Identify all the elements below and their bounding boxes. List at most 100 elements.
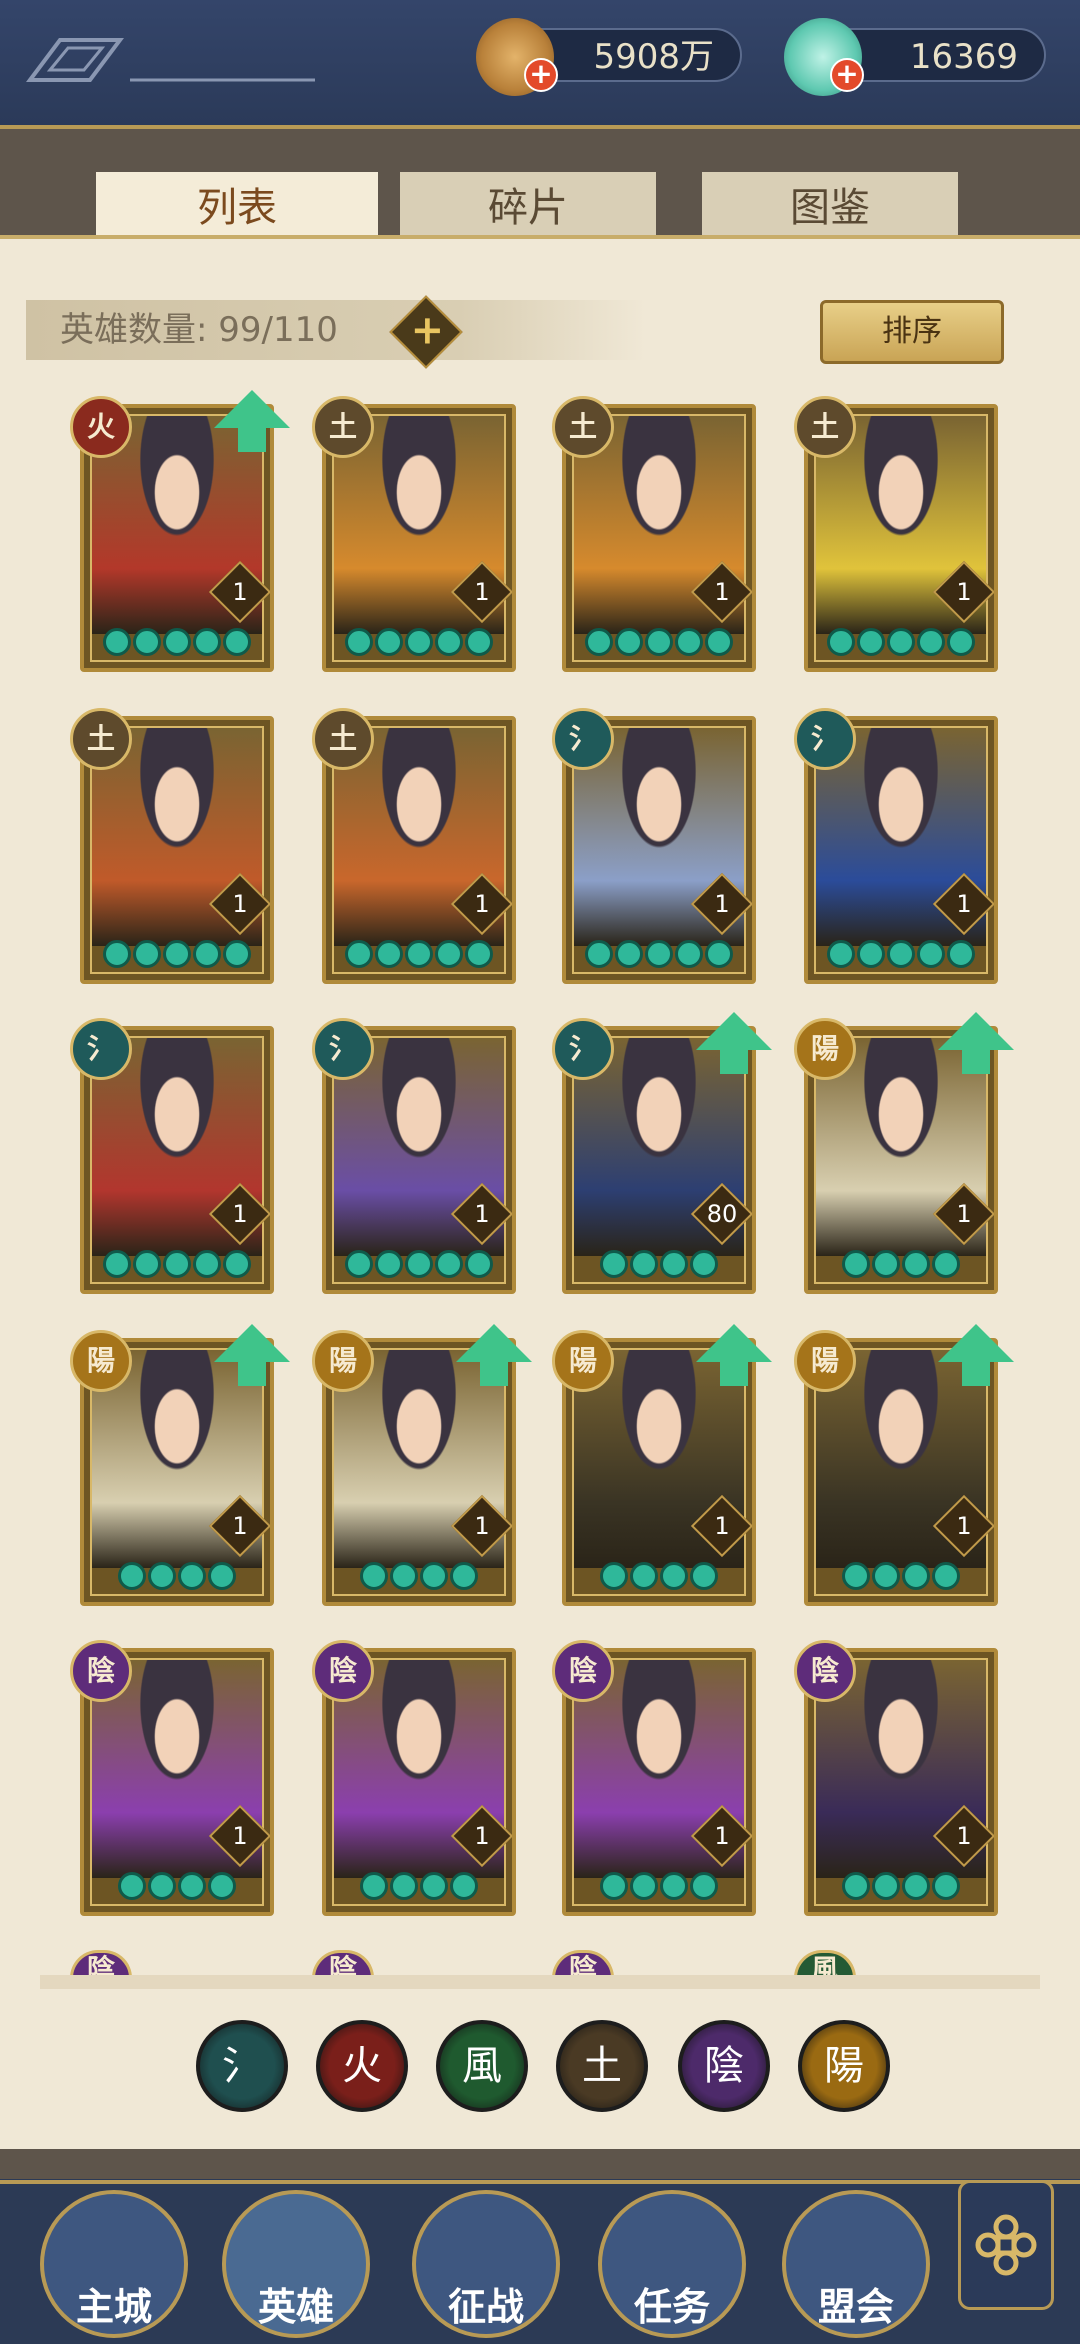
star-gem-icon	[103, 628, 131, 656]
star-gem-icon	[660, 1872, 688, 1900]
sort-button[interactable]: 排序	[820, 300, 1004, 364]
star-gem-icon	[690, 1562, 718, 1590]
star-gem-icon	[133, 1250, 161, 1278]
tab-codex[interactable]: 图鉴	[702, 172, 958, 244]
water-element-icon: 氵	[552, 708, 614, 770]
yang-element-icon: 陽	[312, 1330, 374, 1392]
star-gem-icon	[375, 1250, 403, 1278]
upgrade-arrow-icon	[938, 1324, 1014, 1386]
water-element-icon: 氵	[794, 708, 856, 770]
star-gem-icon	[193, 940, 221, 968]
plus-icon: +	[410, 307, 445, 354]
star-gem-icon	[103, 940, 131, 968]
tab-list[interactable]: 列表	[96, 172, 378, 244]
add-jade-button[interactable]: +	[830, 58, 864, 92]
star-gem-icon	[660, 1562, 688, 1590]
hero-stars	[84, 628, 270, 658]
hero-stars	[566, 1250, 752, 1280]
hero-stars	[566, 1562, 752, 1592]
filter-fire-button[interactable]: 火	[316, 2020, 408, 2112]
star-gem-icon	[600, 1872, 628, 1900]
hero-stars	[566, 940, 752, 970]
star-gem-icon	[902, 1250, 930, 1278]
hero-count: 英雄数量: 99/110	[60, 300, 338, 360]
nav-label: 任务	[633, 2285, 710, 2329]
star-gem-icon	[390, 1872, 418, 1900]
star-gem-icon	[947, 940, 975, 968]
upgrade-arrow-icon	[456, 1324, 532, 1386]
star-gem-icon	[133, 628, 161, 656]
star-gem-icon	[932, 1562, 960, 1590]
tab-fragments[interactable]: 碎片	[400, 172, 656, 244]
star-gem-icon	[857, 628, 885, 656]
hero-level-value: 1	[474, 1512, 490, 1540]
hero-level-value: 1	[956, 1200, 972, 1228]
hero-level-value: 1	[956, 1512, 972, 1540]
earth-element-icon: 土	[312, 396, 374, 458]
more-menu-button[interactable]	[958, 2180, 1054, 2310]
hero-level-value: 1	[474, 890, 490, 918]
upgrade-arrow-icon	[214, 390, 290, 452]
star-gem-icon	[208, 1872, 236, 1900]
star-gem-icon	[917, 628, 945, 656]
yang-element-icon: 陽	[794, 1018, 856, 1080]
star-gem-icon	[872, 1250, 900, 1278]
star-gem-icon	[405, 628, 433, 656]
star-gem-icon	[133, 940, 161, 968]
filter-earth-button[interactable]: 土	[556, 2020, 648, 2112]
star-gem-icon	[163, 628, 191, 656]
star-gem-icon	[450, 1872, 478, 1900]
star-gem-icon	[932, 1250, 960, 1278]
hero-level-value: 1	[232, 890, 248, 918]
hero-level-value: 1	[714, 578, 730, 606]
hero-level-value: 1	[956, 1822, 972, 1850]
star-gem-icon	[465, 940, 493, 968]
hero-stars	[808, 1872, 994, 1902]
star-gem-icon	[645, 940, 673, 968]
star-gem-icon	[827, 940, 855, 968]
star-gem-icon	[615, 940, 643, 968]
star-gem-icon	[420, 1872, 448, 1900]
hero-level-value: 1	[232, 1822, 248, 1850]
tab-fragments-label: 碎片	[488, 185, 568, 231]
filter-yang-button[interactable]: 陽	[798, 2020, 890, 2112]
star-gem-icon	[345, 940, 373, 968]
star-gem-icon	[435, 940, 463, 968]
star-gem-icon	[630, 1872, 658, 1900]
star-gem-icon	[645, 628, 673, 656]
hero-stars	[84, 1562, 270, 1592]
star-gem-icon	[178, 1872, 206, 1900]
filter-water-button[interactable]: 氵	[196, 2020, 288, 2112]
star-gem-icon	[390, 1562, 418, 1590]
upgrade-arrow-icon	[696, 1012, 772, 1074]
add-coins-button[interactable]: +	[524, 58, 558, 92]
hero-stars	[84, 940, 270, 970]
water-element-icon: 氵	[552, 1018, 614, 1080]
yin-element-icon: 陰	[70, 1640, 132, 1702]
star-gem-icon	[375, 940, 403, 968]
filter-wind-button[interactable]: 風	[436, 2020, 528, 2112]
star-gem-icon	[148, 1562, 176, 1590]
star-gem-icon	[690, 1872, 718, 1900]
nav-label: 盟会	[817, 2285, 894, 2329]
decorative-pattern-icon	[26, 38, 315, 82]
hero-level-value: 1	[474, 578, 490, 606]
star-gem-icon	[345, 628, 373, 656]
hero-count-label: 英雄数量:	[60, 310, 208, 350]
hero-level-value: 1	[714, 1512, 730, 1540]
star-gem-icon	[705, 628, 733, 656]
star-gem-icon	[630, 1250, 658, 1278]
star-gem-icon	[887, 628, 915, 656]
star-gem-icon	[223, 1250, 251, 1278]
hero-level-value: 1	[232, 578, 248, 606]
star-gem-icon	[405, 1250, 433, 1278]
star-gem-icon	[917, 940, 945, 968]
hero-level-value: 80	[706, 1200, 738, 1228]
fire-element-icon: 火	[70, 396, 132, 458]
hero-stars	[566, 1872, 752, 1902]
flower-menu-icon	[975, 2214, 1037, 2276]
filter-yin-button[interactable]: 陰	[678, 2020, 770, 2112]
yang-element-icon: 陽	[794, 1330, 856, 1392]
yin-element-icon: 陰	[794, 1640, 856, 1702]
star-gem-icon	[163, 940, 191, 968]
